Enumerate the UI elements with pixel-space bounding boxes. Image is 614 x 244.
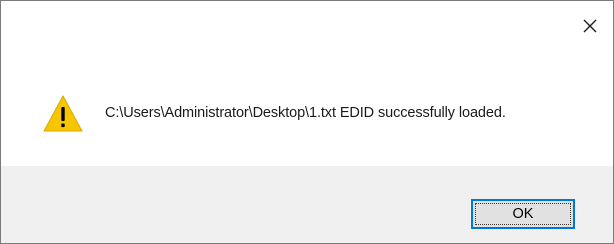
dialog-message: C:\Users\Administrator\Desktop\1.txt EDI… [105, 105, 506, 121]
message-dialog: C:\Users\Administrator\Desktop\1.txt EDI… [0, 0, 614, 244]
dialog-footer: OK [1, 166, 613, 243]
ok-button-label: OK [512, 206, 534, 222]
dialog-message-area: C:\Users\Administrator\Desktop\1.txt EDI… [1, 1, 613, 166]
close-button[interactable] [573, 9, 607, 43]
warning-icon [42, 94, 84, 134]
ok-button[interactable]: OK [471, 199, 575, 229]
close-icon [583, 19, 597, 33]
